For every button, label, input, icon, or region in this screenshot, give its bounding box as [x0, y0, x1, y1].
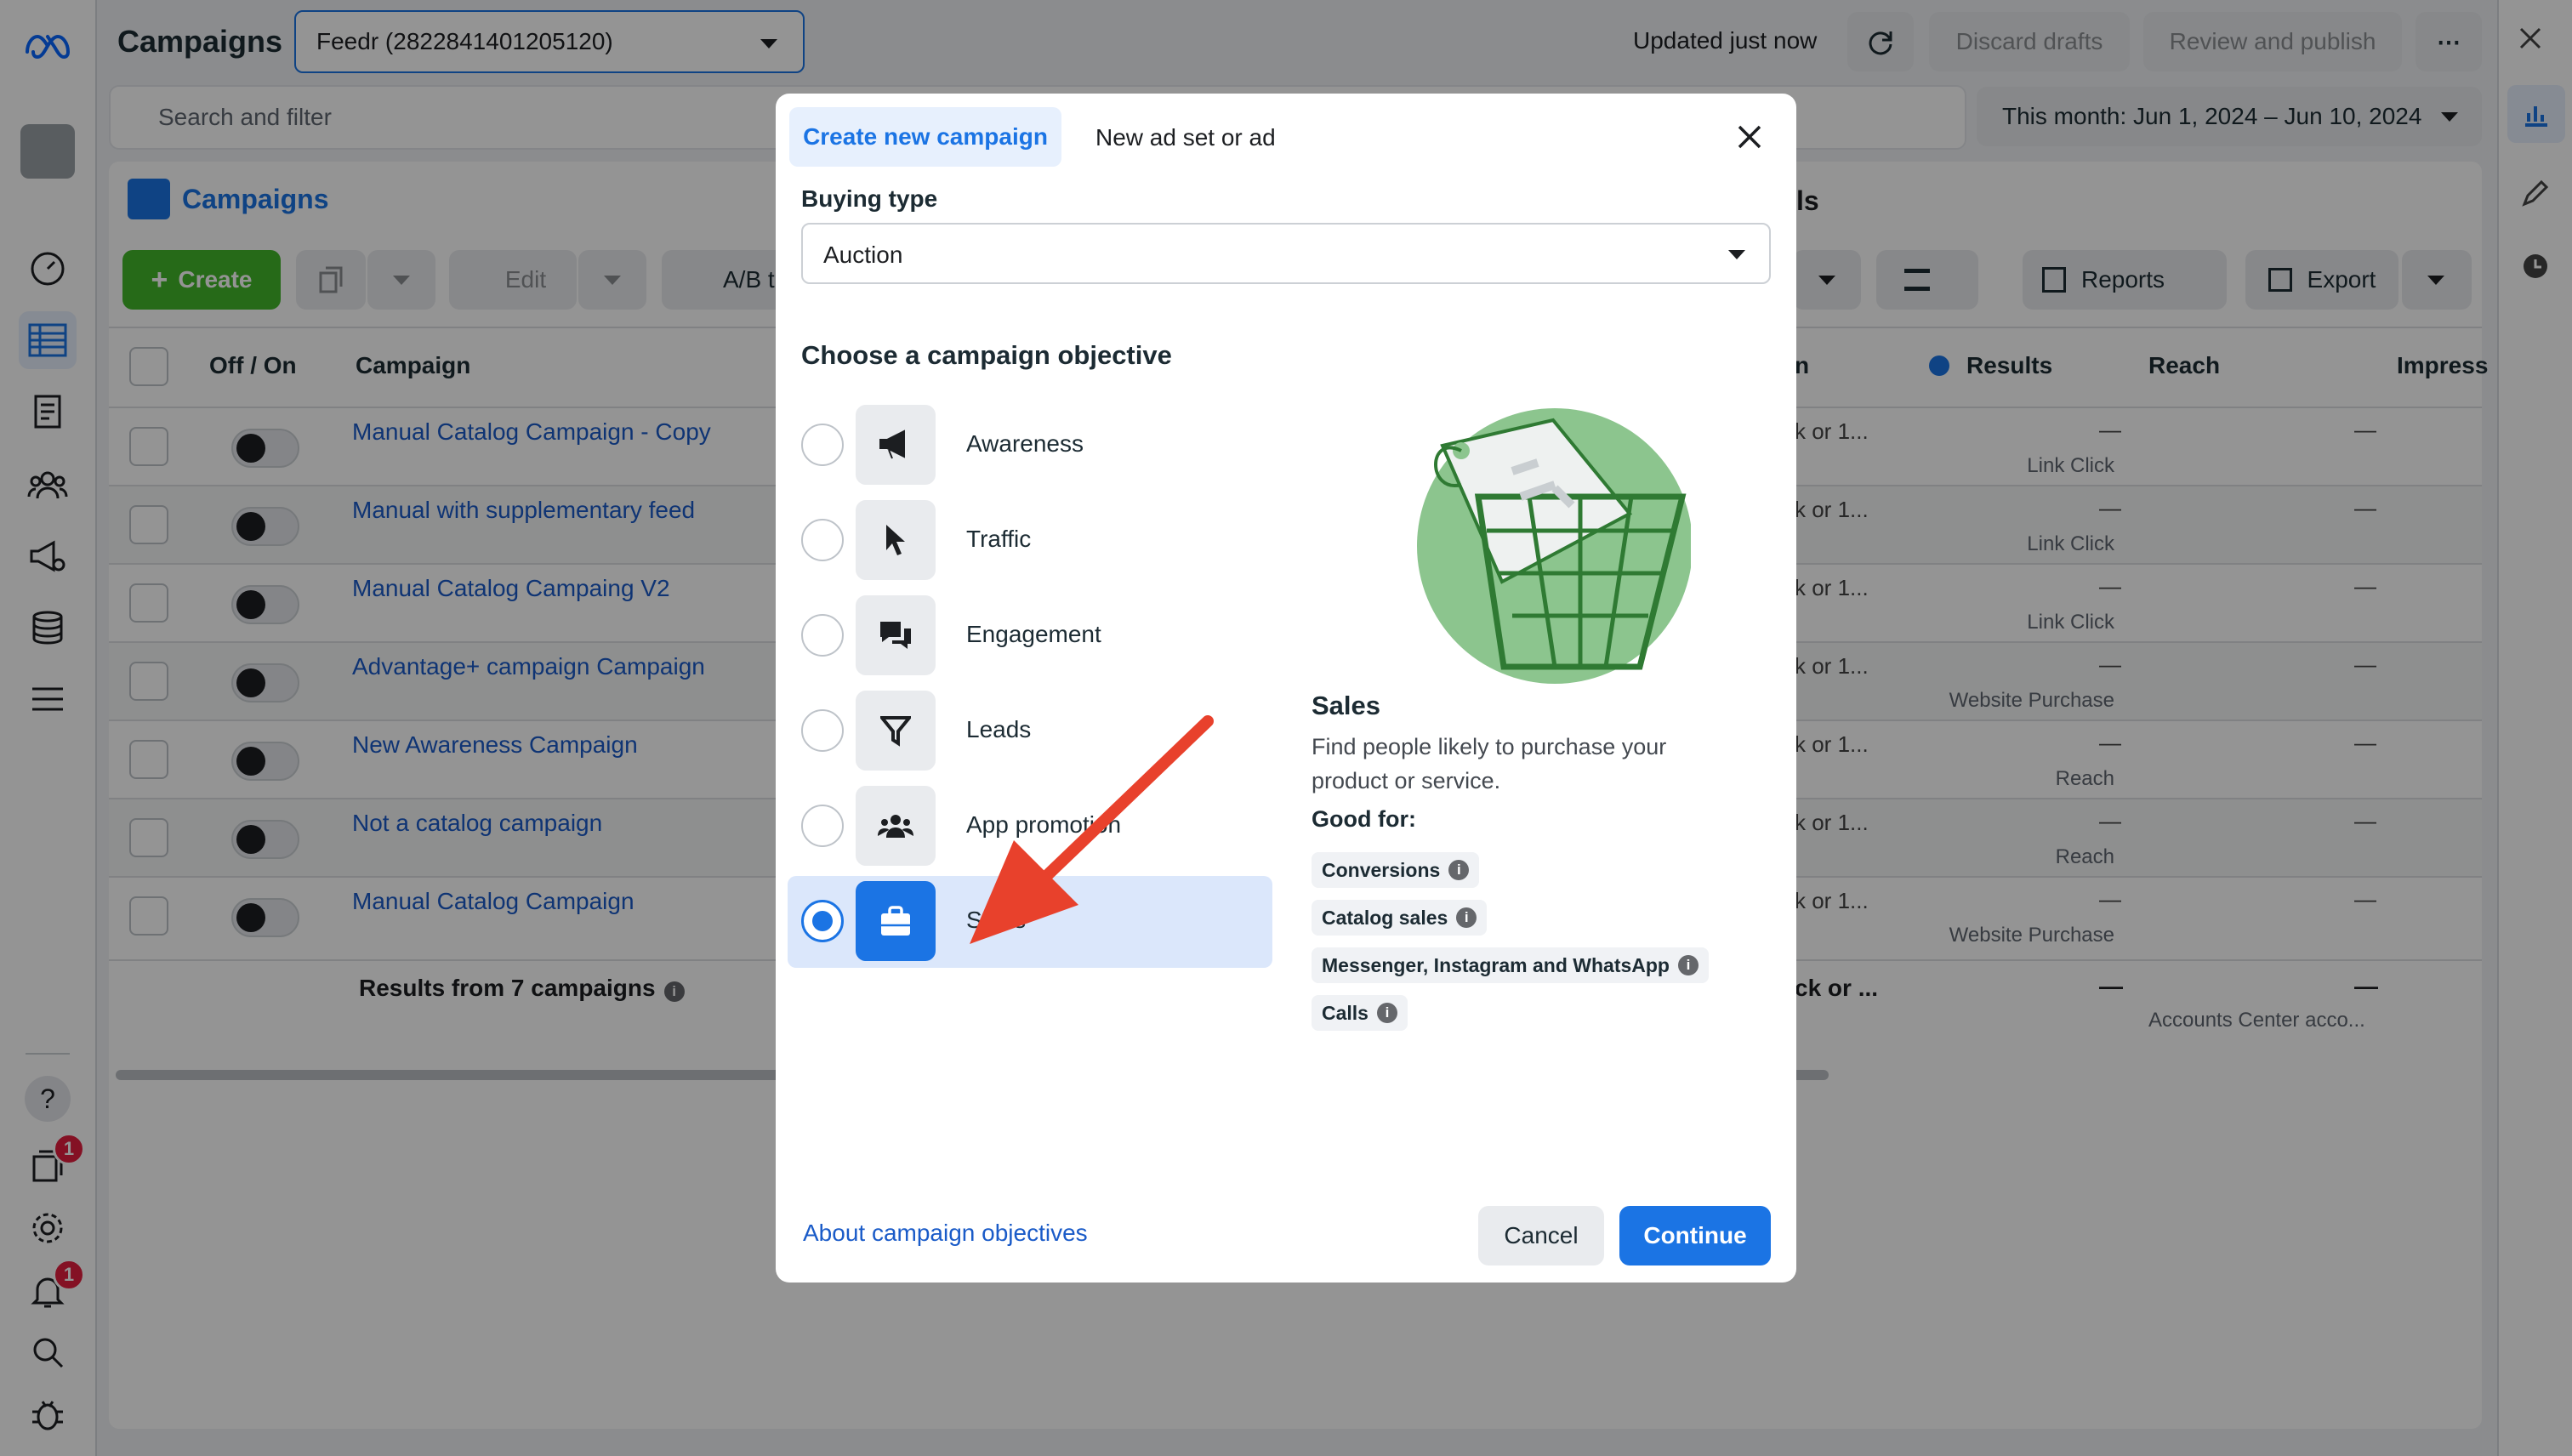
- radio-engagement[interactable]: [801, 614, 844, 657]
- chip-label: Calls: [1322, 1001, 1369, 1024]
- cursor-icon: [856, 500, 936, 580]
- continue-button[interactable]: Continue: [1619, 1206, 1771, 1265]
- radio-traffic[interactable]: [801, 519, 844, 561]
- chip-calls: Calls i: [1312, 995, 1408, 1031]
- tab-new-ad-set-or-ad[interactable]: New ad set or ad: [1095, 124, 1276, 151]
- objective-engagement[interactable]: Engagement: [788, 590, 1272, 682]
- radio-awareness[interactable]: [801, 424, 844, 466]
- buying-type-select[interactable]: Auction: [801, 223, 1771, 284]
- chip-catalog-sales: Catalog sales i: [1312, 900, 1488, 936]
- chip-conversions: Conversions i: [1312, 852, 1480, 888]
- annotation-arrow: [936, 697, 1225, 953]
- chip-label: Conversions: [1322, 858, 1441, 881]
- buying-type-label: Buying type: [801, 185, 938, 212]
- objective-heading: Choose a campaign objective: [801, 340, 1172, 370]
- radio-sales[interactable]: [801, 900, 844, 942]
- objective-label: Traffic: [966, 526, 1032, 552]
- megaphone-icon: [856, 405, 936, 485]
- radio-leads[interactable]: [801, 709, 844, 752]
- good-for-label: Good for:: [1312, 806, 1416, 832]
- shopping-bag-icon: [856, 881, 936, 961]
- people-icon: [856, 786, 936, 866]
- objective-traffic[interactable]: Traffic: [788, 495, 1272, 587]
- objective-detail-description: Find people likely to purchase your prod…: [1312, 734, 1667, 793]
- info-icon: i: [1456, 907, 1477, 928]
- chevron-down-icon: [1728, 250, 1745, 259]
- create-campaign-dialog: Create new campaign New ad set or ad Buy…: [776, 94, 1796, 1283]
- sales-illustration: [1402, 403, 1691, 684]
- close-dialog-icon[interactable]: [1737, 124, 1762, 150]
- chat-bubbles-icon: [856, 595, 936, 675]
- cancel-button[interactable]: Cancel: [1478, 1206, 1604, 1265]
- info-icon: i: [1376, 1003, 1397, 1023]
- chip-messenger-instagram-whatsapp: Messenger, Instagram and WhatsApp i: [1312, 947, 1709, 983]
- objective-detail-title: Sales: [1312, 691, 1381, 720]
- buying-type-value: Auction: [823, 242, 903, 268]
- info-icon: i: [1677, 955, 1699, 975]
- about-campaign-objectives-link[interactable]: About campaign objectives: [803, 1220, 1088, 1247]
- chip-label: Catalog sales: [1322, 906, 1448, 929]
- chip-label: Messenger, Instagram and WhatsApp: [1322, 953, 1670, 976]
- funnel-icon: [856, 691, 936, 771]
- objective-label: Awareness: [966, 430, 1084, 457]
- tab-create-new-campaign[interactable]: Create new campaign: [789, 107, 1061, 167]
- radio-app-promotion[interactable]: [801, 805, 844, 847]
- objective-label: Engagement: [966, 621, 1101, 647]
- info-icon: i: [1448, 860, 1470, 880]
- objective-awareness[interactable]: Awareness: [788, 400, 1272, 492]
